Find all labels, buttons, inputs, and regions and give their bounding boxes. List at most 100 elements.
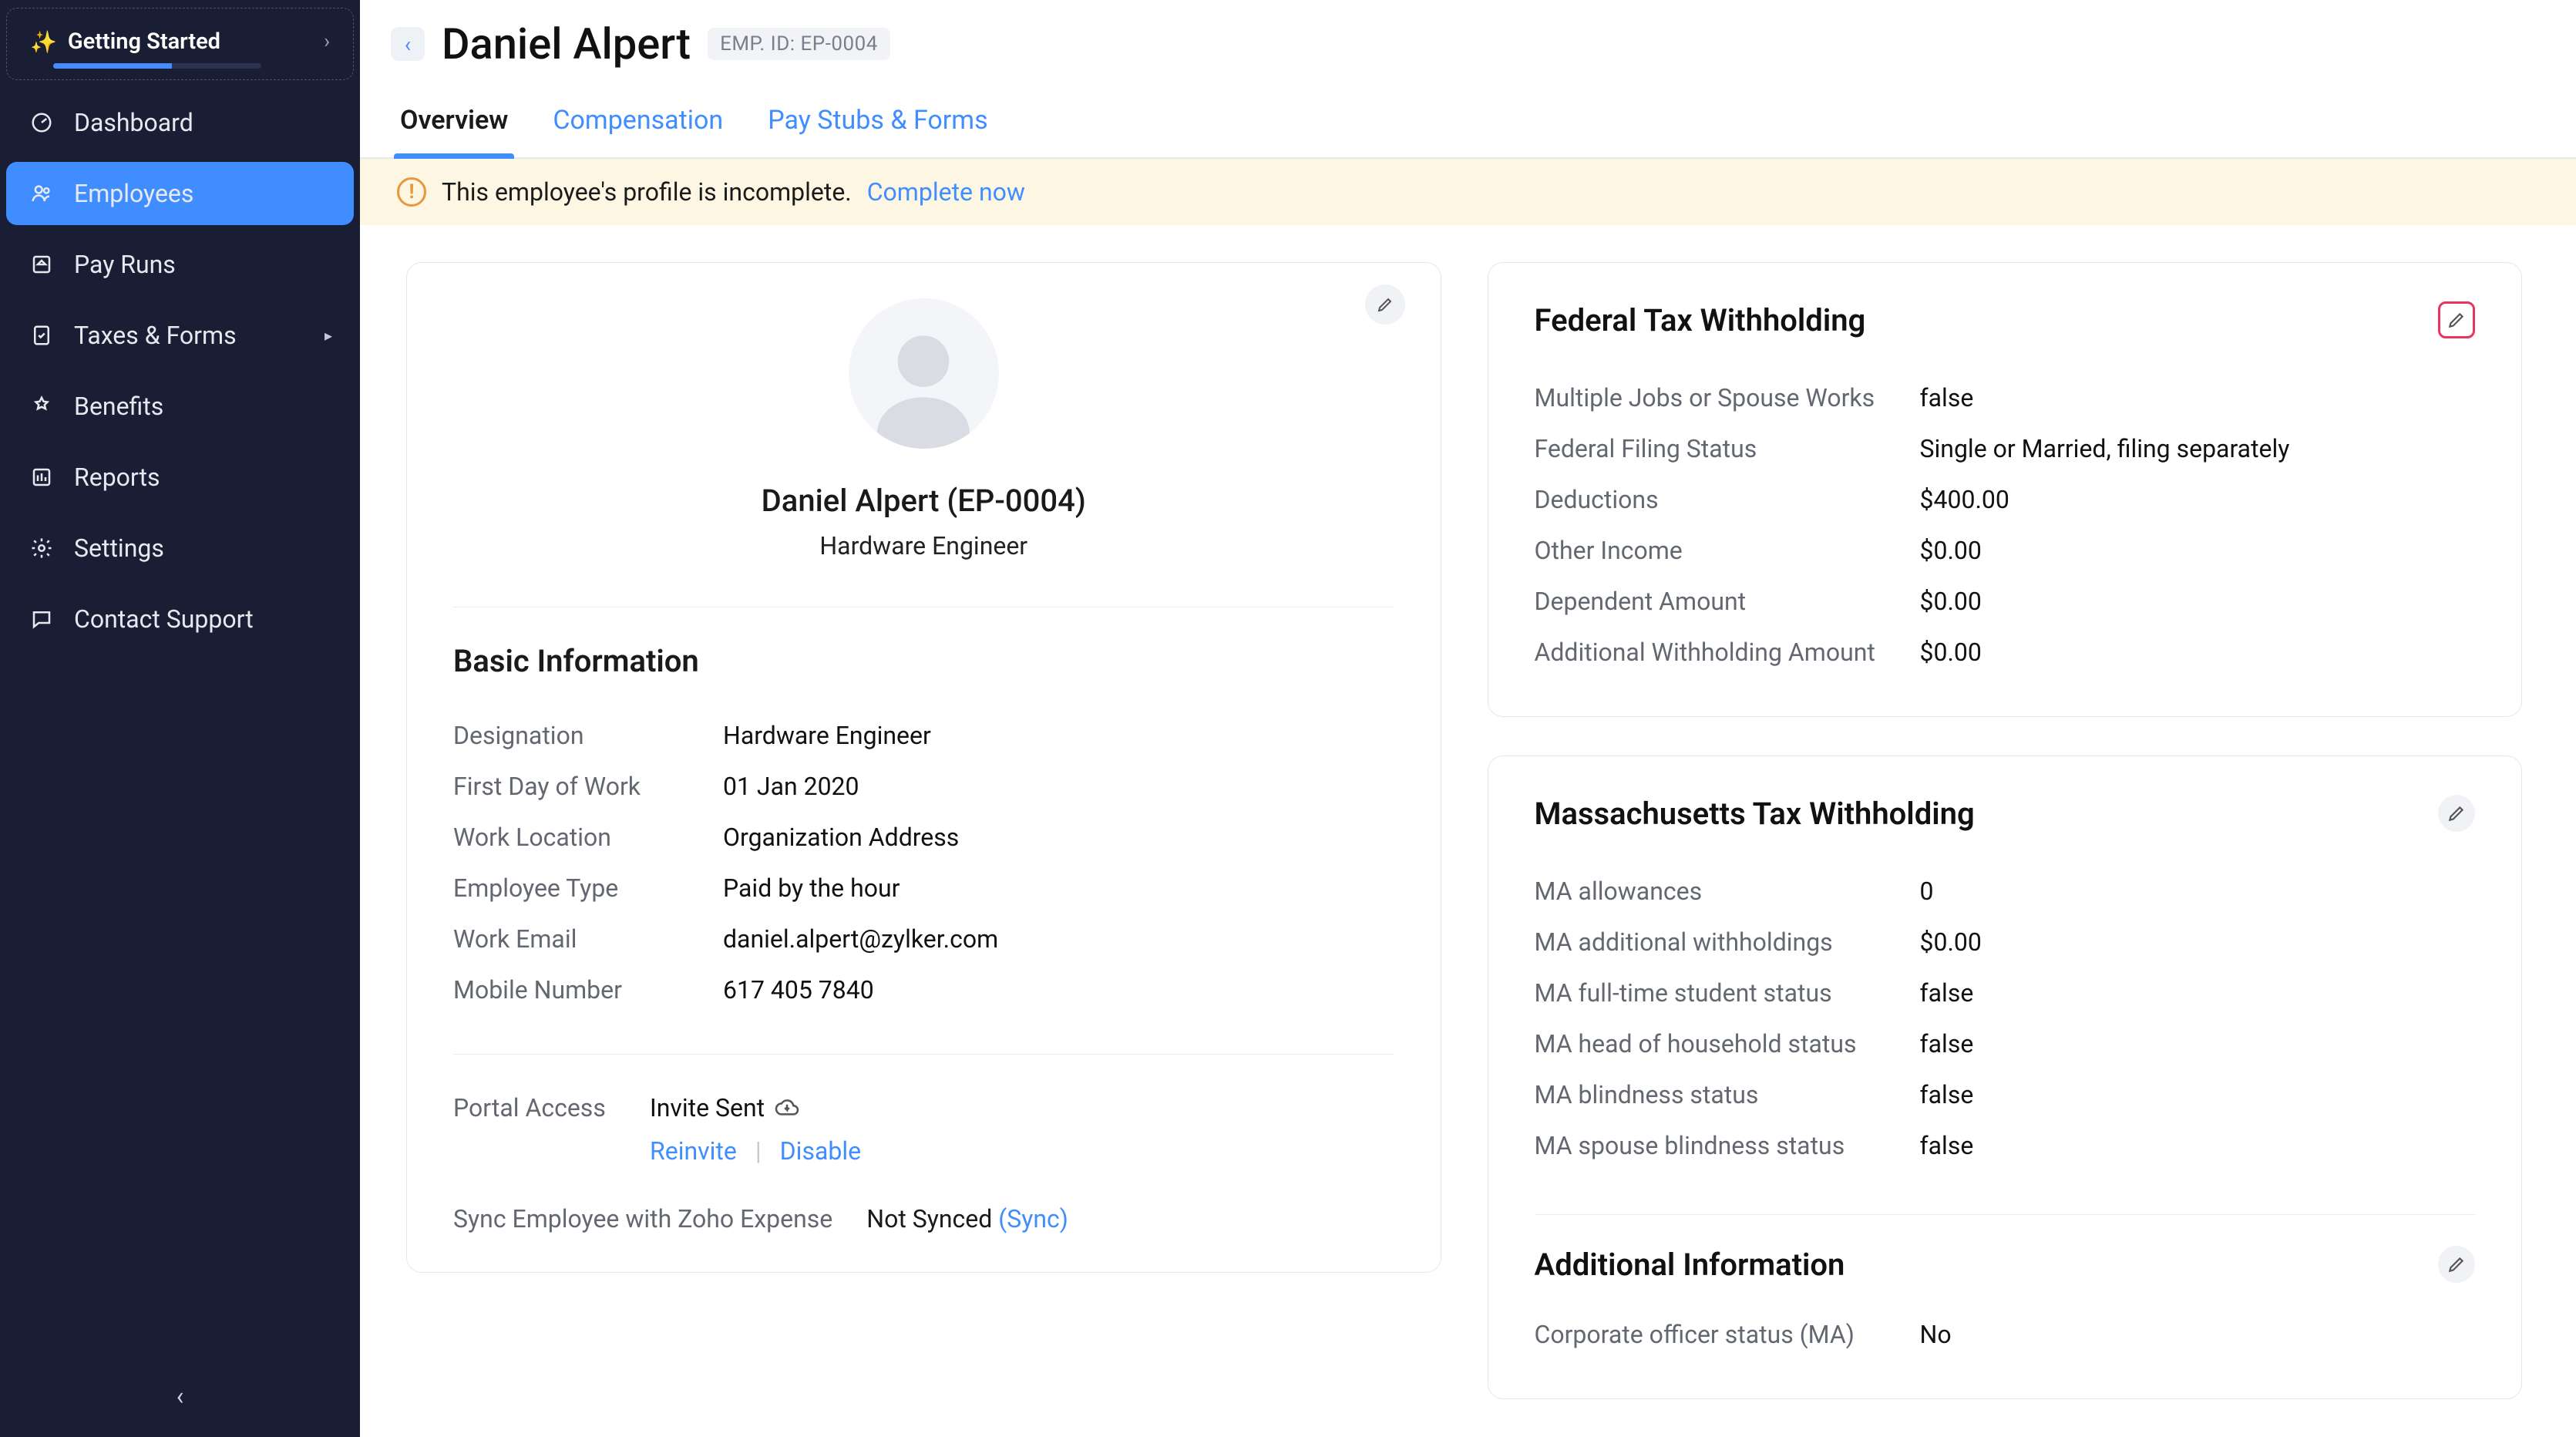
sync-link[interactable]: (Sync) <box>998 1204 1068 1233</box>
sidebar-item-label: Settings <box>74 533 164 563</box>
value: $0.00 <box>1920 587 2476 616</box>
label: Portal Access <box>453 1093 650 1122</box>
label: Other Income <box>1535 536 1920 565</box>
reinvite-link[interactable]: Reinvite <box>650 1136 737 1166</box>
edit-federal-tax-button[interactable] <box>2438 301 2475 338</box>
getting-started-label: Getting Started <box>68 29 220 55</box>
row-corp-officer: Corporate officer status (MA) No <box>1535 1309 2120 1360</box>
edit-profile-button[interactable] <box>1365 284 1405 325</box>
gear-icon <box>28 537 55 560</box>
value: $0.00 <box>1920 536 2476 565</box>
chevron-right-icon: › <box>324 30 330 53</box>
label: Additional Withholding Amount <box>1535 638 1920 667</box>
cloud-sync-icon <box>774 1097 800 1119</box>
value: $0.00 <box>1920 638 2476 667</box>
profile-title: Hardware Engineer <box>819 531 1027 560</box>
card-title: Massachusetts Tax Withholding <box>1535 796 1975 832</box>
value: Paid by the hour <box>723 873 1394 903</box>
divider <box>1535 1214 2476 1215</box>
profile-incomplete-alert: ! This employee's profile is incomplete.… <box>360 159 2576 225</box>
row-dependent-amount: Dependent Amount$0.00 <box>1535 576 2476 627</box>
value: 01 Jan 2020 <box>723 772 1394 801</box>
getting-started-card[interactable]: ✨ Getting Started › <box>6 8 354 80</box>
label: Deductions <box>1535 485 1920 514</box>
value: false <box>1920 1080 2476 1109</box>
sidebar-item-dashboard[interactable]: Dashboard <box>6 91 354 154</box>
sidebar-collapse-button[interactable]: ‹ <box>0 1368 360 1425</box>
back-button[interactable]: ‹ <box>391 27 425 61</box>
row-employee-type: Employee Type Paid by the hour <box>453 863 1394 914</box>
row-ma-allowances: MA allowances0 <box>1535 866 2476 917</box>
tabs: Overview Compensation Pay Stubs & Forms <box>360 77 2576 159</box>
sidebar-item-label: Pay Runs <box>74 250 176 279</box>
label: MA full-time student status <box>1535 978 1920 1008</box>
row-multiple-jobs: Multiple Jobs or Spouse Worksfalse <box>1535 372 2476 423</box>
label: Multiple Jobs or Spouse Works <box>1535 383 1920 412</box>
value: Hardware Engineer <box>723 721 1394 750</box>
disable-link[interactable]: Disable <box>780 1136 861 1166</box>
label: Dependent Amount <box>1535 587 1920 616</box>
pay-runs-icon <box>28 253 55 276</box>
card-title: Federal Tax Withholding <box>1535 302 1866 338</box>
sync-label: Sync Employee with Zoho Expense <box>453 1204 832 1233</box>
row-work-location: Work Location Organization Address <box>453 812 1394 863</box>
tab-overview[interactable]: Overview <box>399 93 509 157</box>
profile-card: Daniel Alpert (EP-0004) Hardware Enginee… <box>406 262 1441 1273</box>
sidebar-item-taxes-forms[interactable]: Taxes & Forms ▸ <box>6 304 354 367</box>
sidebar-item-pay-runs[interactable]: Pay Runs <box>6 233 354 296</box>
value: 0 <box>1920 877 2476 906</box>
federal-tax-card: Federal Tax Withholding Multiple Jobs or… <box>1488 262 2523 717</box>
label: Designation <box>453 721 723 750</box>
complete-now-link[interactable]: Complete now <box>867 177 1025 207</box>
separator: | <box>755 1136 762 1166</box>
sidebar: ✨ Getting Started › Dashboard Employees … <box>0 0 360 1437</box>
divider <box>453 1054 1394 1055</box>
content-area: Daniel Alpert (EP-0004) Hardware Enginee… <box>360 225 2576 1437</box>
label: Work Email <box>453 924 723 954</box>
label: MA blindness status <box>1535 1080 1920 1109</box>
tab-paystubs[interactable]: Pay Stubs & Forms <box>766 93 989 157</box>
reports-icon <box>28 466 55 489</box>
people-icon <box>28 182 55 205</box>
label: Mobile Number <box>453 975 723 1005</box>
sidebar-item-benefits[interactable]: Benefits <box>6 375 354 438</box>
row-designation: Designation Hardware Engineer <box>453 710 1394 761</box>
row-deductions: Deductions$400.00 <box>1535 474 2476 525</box>
sidebar-item-reports[interactable]: Reports <box>6 446 354 509</box>
label: First Day of Work <box>453 772 723 801</box>
label: Federal Filing Status <box>1535 434 1920 463</box>
sidebar-item-contact-support[interactable]: Contact Support <box>6 587 354 651</box>
row-filing-status: Federal Filing StatusSingle or Married, … <box>1535 423 2476 474</box>
row-ma-student: MA full-time student statusfalse <box>1535 968 2476 1018</box>
employee-name: Daniel Alpert <box>442 19 691 69</box>
getting-started-progress <box>53 63 261 69</box>
sidebar-item-settings[interactable]: Settings <box>6 517 354 580</box>
sidebar-item-label: Contact Support <box>74 604 254 634</box>
row-ma-blindness: MA blindness statusfalse <box>1535 1069 2476 1120</box>
row-ma-hoh: MA head of household statusfalse <box>1535 1018 2476 1069</box>
value: false <box>1920 1029 2476 1058</box>
value: false <box>1920 978 2476 1008</box>
value: daniel.alpert@zylker.com <box>723 924 1394 954</box>
row-mobile: Mobile Number 617 405 7840 <box>453 964 1394 1015</box>
portal-status: Invite Sent <box>650 1093 765 1122</box>
value: No <box>1920 1320 2120 1349</box>
value: $400.00 <box>1920 485 2476 514</box>
tab-compensation[interactable]: Compensation <box>551 93 725 157</box>
value: false <box>1920 1131 2476 1160</box>
left-column: Daniel Alpert (EP-0004) Hardware Enginee… <box>406 262 1441 1400</box>
edit-mass-tax-button[interactable] <box>2438 795 2475 832</box>
chevron-left-icon: ‹ <box>405 32 411 57</box>
sidebar-item-label: Reports <box>74 463 160 492</box>
caret-right-icon: ▸ <box>325 326 332 345</box>
edit-additional-info-button[interactable] <box>2438 1246 2475 1283</box>
sidebar-item-label: Benefits <box>74 392 163 421</box>
row-other-income: Other Income$0.00 <box>1535 525 2476 576</box>
value: false <box>1920 383 2476 412</box>
label: Employee Type <box>453 873 723 903</box>
label: MA additional withholdings <box>1535 927 1920 957</box>
row-sync-expense: Sync Employee with Zoho Expense Not Sync… <box>453 1166 1394 1233</box>
chevron-left-icon: ‹ <box>177 1381 184 1411</box>
sidebar-item-employees[interactable]: Employees <box>6 162 354 225</box>
value: 617 405 7840 <box>723 975 1394 1005</box>
